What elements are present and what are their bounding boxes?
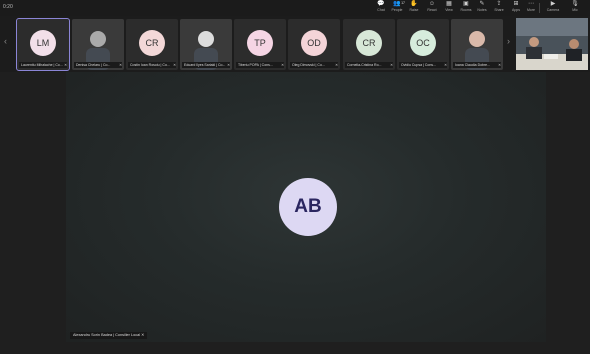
- scroll-right-icon[interactable]: ›: [507, 36, 510, 46]
- mic-icon: 🎙: [571, 1, 579, 7]
- participant-avatar: OC: [410, 30, 436, 56]
- toolbar-label: Mic: [572, 8, 578, 12]
- share-icon: ⇪: [496, 1, 502, 7]
- toolbar-people-button[interactable]: 👥 People 17: [389, 1, 405, 15]
- mic-muted-icon: ✕: [444, 63, 447, 67]
- people-count-badge: 17: [401, 1, 405, 5]
- participant-name: Tiberiu POPA | Cons...: [236, 62, 284, 68]
- participant-avatar: OD: [301, 30, 327, 56]
- toolbar-label: React: [427, 8, 437, 12]
- participant-name: Costin Ioan Rosoiu | Co...: [128, 62, 176, 68]
- toolbar-react-button[interactable]: ☺ React: [424, 1, 440, 15]
- toolbar-notes-button[interactable]: ✎ Notes: [474, 1, 490, 15]
- rooms-icon: ▣: [463, 1, 469, 7]
- mic-muted-icon: ✕: [498, 63, 501, 67]
- react-icon: ☺: [428, 1, 436, 7]
- participant-avatar: CR: [356, 30, 382, 56]
- speaker-name: Alexandru Sorin Badea | Consilier Local: [73, 333, 141, 337]
- mic-muted-icon: ✕: [173, 63, 176, 67]
- participant-tile[interactable]: OD Oleg Dimovski | Co... ✕: [288, 19, 340, 70]
- participant-tile[interactable]: OC Ovidiu Cupsa | Cons... ✕: [397, 19, 449, 70]
- meeting-toolbar: 0:20 💬 Chat 👥 People 17 ✋ Raise ☺ React ▦ View ▣ Roo…: [0, 0, 590, 16]
- mic-muted-icon: ✕: [64, 63, 67, 67]
- speaker-avatar: AB: [279, 178, 337, 236]
- speaker-mic-muted-icon: ✕: [141, 333, 145, 337]
- toolbar-label: People: [391, 8, 403, 12]
- mic-muted-icon: ✕: [119, 63, 122, 67]
- raise-hand-icon: ✋: [410, 1, 418, 7]
- toolbar-divider: [539, 3, 540, 13]
- toolbar-mic-button[interactable]: 🎙 Mic: [567, 1, 583, 15]
- participant-tile[interactable]: TP Tiberiu POPA | Cons... ✕: [234, 19, 286, 70]
- toolbar-apps-button[interactable]: ⊞ Apps: [508, 1, 524, 15]
- toolbar-label: Raise: [409, 8, 419, 12]
- apps-icon: ⊞: [513, 1, 519, 7]
- mic-muted-icon: ✕: [335, 63, 338, 67]
- mic-muted-icon: ✕: [227, 63, 230, 67]
- participant-gallery: ‹ LM Laurentiu Mihalache | Co... ✕ Denisa C…: [0, 16, 590, 72]
- participant-name: Denisa Chelaru | Co...: [74, 62, 122, 68]
- meeting-timer: 0:20: [3, 4, 13, 10]
- toolbar-label: Rooms: [460, 8, 472, 12]
- participant-tile[interactable]: LM Laurentiu Mihalache | Co... ✕: [16, 18, 70, 71]
- participant-name: Ioana Claudia Dobre...: [453, 62, 501, 68]
- toolbar-label: Chat: [377, 8, 385, 12]
- participant-avatar: TP: [247, 30, 273, 56]
- more-icon: ⋯: [528, 1, 534, 7]
- toolbar-label: Share: [494, 8, 504, 12]
- participant-name: Oleg Dimovski | Co...: [290, 62, 338, 68]
- participant-name: Cornelia-Cristina Ro...: [345, 62, 393, 68]
- participant-tile[interactable]: Denisa Chelaru | Co... ✕: [72, 19, 124, 70]
- room-video-image: [516, 18, 588, 70]
- main-video-stage[interactable]: AB Alexandru Sorin Badea | Consilier Loc…: [66, 72, 546, 342]
- toolbar-label: View: [445, 8, 453, 12]
- participant-name: Laurentiu Mihalache | Co...: [19, 62, 67, 68]
- participant-avatar: CR: [139, 30, 165, 56]
- mic-muted-icon: ✕: [390, 63, 393, 67]
- toolbar-view-button[interactable]: ▦ View: [441, 1, 457, 15]
- participant-avatar: LM: [30, 30, 56, 56]
- participant-name: Eduard Ilyes Sariakl | Co...: [182, 62, 230, 68]
- scroll-left-icon[interactable]: ‹: [4, 36, 7, 46]
- toolbar-label: More: [527, 8, 535, 12]
- toolbar-raise-button[interactable]: ✋ Raise: [406, 1, 422, 15]
- chat-icon: 💬: [377, 1, 385, 7]
- participant-name: Ovidiu Cupsa | Cons...: [399, 62, 447, 68]
- participant-tile[interactable]: CR Cornelia-Cristina Ro... ✕: [343, 19, 395, 70]
- toolbar-label: Notes: [477, 8, 487, 12]
- toolbar-camera-button[interactable]: ▶ Camera: [545, 1, 561, 15]
- view-icon: ▦: [446, 1, 452, 7]
- participant-tile[interactable]: Ioana Claudia Dobre... ✕: [451, 19, 503, 70]
- toolbar-share-button[interactable]: ⇪ Share: [491, 1, 507, 15]
- toolbar-label: Camera: [546, 8, 560, 12]
- participant-tile[interactable]: CR Costin Ioan Rosoiu | Co... ✕: [126, 19, 178, 70]
- camera-icon: ▶: [550, 1, 556, 7]
- participant-tile[interactable]: Eduard Ilyes Sariakl | Co... ✕: [180, 19, 232, 70]
- mic-muted-icon: ✕: [281, 63, 284, 67]
- toolbar-rooms-button[interactable]: ▣ Rooms: [458, 1, 474, 15]
- conference-room-video[interactable]: [516, 18, 588, 70]
- speaker-name-label: Alexandru Sorin Badea | Consilier Local …: [70, 332, 148, 339]
- toolbar-more-button[interactable]: ⋯ More: [523, 1, 539, 15]
- toolbar-chat-button[interactable]: 💬 Chat: [373, 1, 389, 15]
- notes-icon: ✎: [479, 1, 485, 7]
- toolbar-label: Apps: [512, 8, 520, 12]
